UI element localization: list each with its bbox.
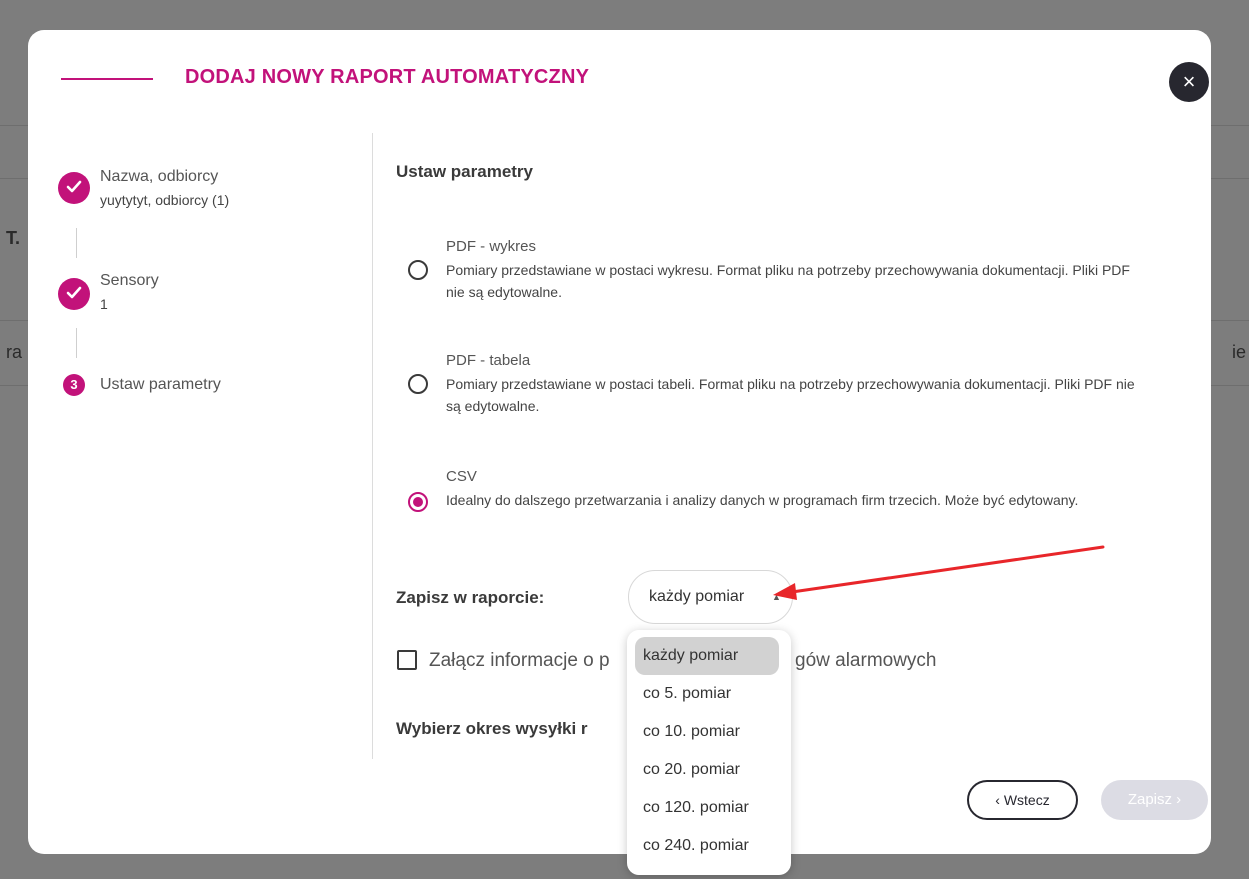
step-title: Ustaw parametry [100,376,221,393]
background-text-fragment: ra [6,342,23,362]
checkmark-icon [58,278,90,310]
dropdown-option[interactable]: co 20. pomiar [635,751,779,789]
checkmark-icon [58,172,90,204]
caret-up-icon: ▲ [772,592,781,602]
option-description: Idealny do dalszego przetwarzania i anal… [446,492,1079,508]
dropdown-option[interactable]: co 120. pomiar [635,789,779,827]
step-connector [76,328,77,358]
save-button[interactable]: Zapisz › [1101,780,1208,820]
measurement-frequency-select[interactable]: każdy pomiar ▲ [628,570,793,624]
option-description: Pomiary przedstawiane w postaci wykresu.… [446,262,1130,300]
panel-divider [372,133,373,759]
option-title: CSV [446,468,477,485]
dropdown-option[interactable]: każdy pomiar [635,637,779,675]
select-value: każdy pomiar [649,588,745,605]
add-report-modal: DODAJ NOWY RAPORT AUTOMATYCZNY × Nazwa, … [28,30,1211,875]
back-button[interactable]: ‹ Wstecz [967,780,1078,820]
step-subtitle: 1 [100,296,108,312]
option-title: PDF - tabela [446,352,531,369]
close-icon: × [1182,69,1196,94]
radio-pdf-chart[interactable] [408,260,428,280]
step-connector [76,228,77,258]
frequency-dropdown-menu: każdy pomiar co 5. pomiar co 10. pomiar … [627,630,791,875]
option-description: Pomiary przedstawiane w postaci tabeli. … [446,376,1135,414]
checkbox-label: Załącz informacje o p [429,650,610,671]
close-button[interactable]: × [1169,62,1209,102]
send-period-label: Wybierz okres wysyłki r [396,719,588,738]
step-title: Nazwa, odbiorcy [100,168,219,185]
background-text-fragment: ie [1232,342,1247,362]
dropdown-option[interactable]: co 5. pomiar [635,675,779,713]
step-number-badge: 3 [63,374,85,396]
background-text-fragment: T. [6,228,21,248]
dropdown-option[interactable]: co 10. pomiar [635,713,779,751]
step-subtitle: yuytytyt, odbiorcy (1) [100,192,230,208]
radio-pdf-table[interactable] [408,374,428,394]
section-title: Ustaw parametry [396,162,534,181]
title-decoration-line [61,78,153,80]
checkbox-label-continued: gów alarmowych [795,650,937,671]
step-title: Sensory [100,272,159,289]
save-in-report-label: Zapisz w raporcie: [396,588,545,607]
dropdown-option[interactable]: co 240. pomiar [635,827,779,865]
alarm-info-checkbox[interactable] [397,650,417,670]
option-title: PDF - wykres [446,238,536,255]
radio-csv[interactable] [408,492,428,512]
modal-title: DODAJ NOWY RAPORT AUTOMATYCZNY [185,66,590,88]
